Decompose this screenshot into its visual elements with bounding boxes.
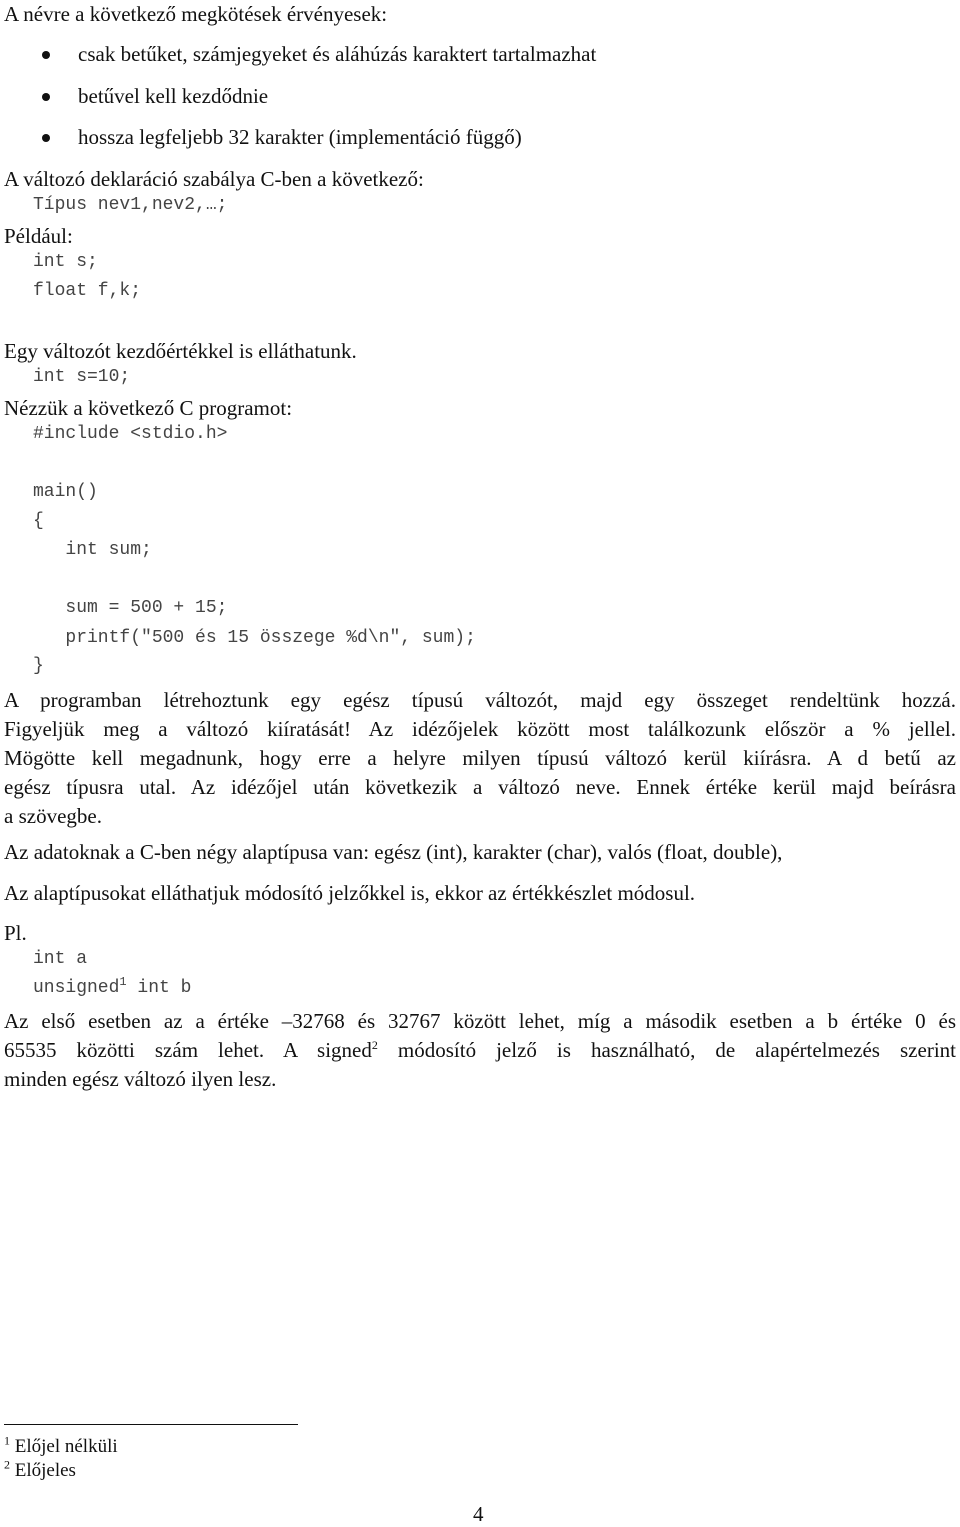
footnote-divider xyxy=(4,1424,298,1425)
paragraph-line: A programban létrehoztunk egy egész típu… xyxy=(4,688,956,712)
declaration-heading: A változó deklaráció szabálya C-ben a kö… xyxy=(4,167,424,191)
example-label: Például: xyxy=(4,224,73,248)
code-line: main() xyxy=(33,482,98,502)
paragraph-line: Az első esetben az a értéke –32768 és 32… xyxy=(4,1009,956,1033)
text-run: 65535 közötti szám lehet. A signed xyxy=(4,1038,372,1062)
rule-item: betűvel kell kezdődnie xyxy=(78,84,269,108)
paragraph-line: 65535 közötti szám lehet. A signed2 módo… xyxy=(4,1036,956,1065)
code-example: int a xyxy=(33,949,88,969)
code-example: unsigned1 int b xyxy=(33,975,192,998)
rule-item: hossza legfeljebb 32 karakter (implement… xyxy=(78,125,522,149)
paragraph-line: a szövegbe. xyxy=(4,804,102,828)
modifiers-text: Az alaptípusokat elláthatjuk módosító je… xyxy=(4,881,696,905)
explanation-paragraph: A programban létrehoztunk egy egész típu… xyxy=(4,686,956,831)
footnote: 2 Előjeles xyxy=(4,1457,76,1482)
name-rules-intro: A névre a következő megkötések érvényese… xyxy=(4,2,388,26)
text-run: módosító jelző is használható, de alapér… xyxy=(377,1038,956,1062)
code-line: { xyxy=(33,511,44,531)
code-text: unsigned xyxy=(33,978,120,998)
code-line: sum = 500 + 15; xyxy=(33,598,228,618)
rule-item: csak betűket, számjegyeket és aláhúzás k… xyxy=(78,42,597,66)
program-heading: Nézzük a következő C programot: xyxy=(4,396,293,420)
document-page: A névre a következő megkötések érvényese… xyxy=(0,0,960,1526)
code-line: printf("500 és 15 összege %d\n", sum); xyxy=(33,628,476,648)
initialization-text: Egy változót kezdőértékkel is elláthatun… xyxy=(4,339,357,363)
paragraph-line: Figyeljük meg a változó kiíratását! Az i… xyxy=(4,717,956,741)
initialization-code: int s=10; xyxy=(33,367,131,387)
footnote-text: Előjeles xyxy=(14,1460,76,1481)
code-example: int s; xyxy=(33,252,98,272)
paragraph-line: egész típusra utal. Az idézőjel után köv… xyxy=(4,775,956,799)
basic-types-text: Az adatoknak a C-ben négy alaptípusa van… xyxy=(4,840,783,864)
code-text: int b xyxy=(126,978,192,998)
page-number: 4 xyxy=(473,1502,484,1526)
paragraph-line: Mögötte kell megadnunk, hogy erre a hely… xyxy=(4,746,956,770)
footnote-mark: 2 xyxy=(4,1457,10,1472)
paragraph-line: minden egész változó ilyen lesz. xyxy=(4,1067,277,1091)
declaration-syntax: Típus nev1,nev2,…; xyxy=(33,195,228,215)
bullet-icon xyxy=(42,93,50,101)
footnote-mark: 1 xyxy=(4,1433,10,1448)
code-line: #include <stdio.h> xyxy=(33,424,228,444)
footnote-ref: 1 xyxy=(119,975,127,989)
footnote: 1 Előjel nélküli xyxy=(4,1433,118,1458)
bullet-icon xyxy=(42,134,50,142)
code-line: int sum; xyxy=(33,540,152,560)
code-example: float f,k; xyxy=(33,281,142,301)
footnote-text: Előjel nélküli xyxy=(14,1436,118,1457)
range-paragraph: Az első esetben az a értéke –32768 és 32… xyxy=(4,1007,956,1094)
bullet-icon xyxy=(42,51,50,59)
code-line: } xyxy=(33,656,44,676)
example2-label: Pl. xyxy=(4,921,27,945)
